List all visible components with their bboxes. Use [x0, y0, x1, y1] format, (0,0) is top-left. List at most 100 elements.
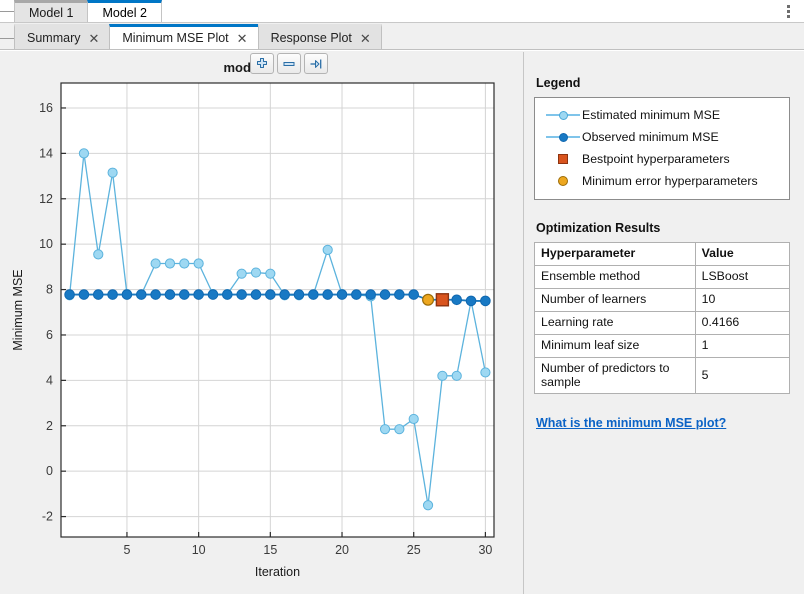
estimated-point — [423, 501, 432, 510]
estimated-point — [94, 250, 103, 259]
observed-point — [294, 290, 304, 300]
observed-point — [65, 290, 75, 300]
model-tab-bar: Model 1 Model 2 — [0, 0, 804, 23]
legend-marker-observed — [544, 130, 582, 144]
observed-point — [237, 290, 247, 300]
observed-point — [266, 290, 276, 300]
table-row: Number of predictors to sample5 — [535, 358, 790, 394]
close-icon[interactable]: ✕ — [87, 32, 100, 45]
restore-view-button[interactable] — [304, 53, 328, 74]
zoom-out-button[interactable] — [277, 53, 301, 74]
observed-point — [165, 290, 175, 300]
svg-text:25: 25 — [407, 543, 421, 557]
estimated-point — [237, 269, 246, 278]
cell-value: 5 — [695, 358, 789, 394]
legend-label-bestpoint: Bestpoint hyperparameters — [582, 152, 730, 166]
estimated-point — [438, 371, 447, 380]
drag-grip-icon — [0, 27, 14, 49]
observed-point — [208, 290, 218, 300]
close-icon[interactable]: ✕ — [236, 32, 249, 45]
observed-point — [309, 290, 319, 300]
observed-point — [122, 290, 132, 300]
observed-point — [79, 290, 89, 300]
document-tab-bar: Summary ✕ Minimum MSE Plot ✕ Response Pl… — [0, 23, 804, 50]
legend-item-bestpoint-hyperparameters: Bestpoint hyperparameters — [544, 148, 780, 170]
svg-text:10: 10 — [192, 543, 206, 557]
cell-hyperparameter: Ensemble method — [535, 266, 696, 289]
estimated-point — [452, 371, 461, 380]
minimum-mse-plot-help-link[interactable]: What is the minimum MSE plot? — [536, 416, 726, 430]
cell-value: 10 — [695, 289, 789, 312]
model-tab-2-label: Model 2 — [102, 6, 146, 20]
observed-point — [366, 290, 376, 300]
observed-point — [194, 290, 204, 300]
close-icon[interactable]: ✕ — [359, 32, 372, 45]
table-header-row: Hyperparameter Value — [535, 243, 790, 266]
svg-text:6: 6 — [46, 328, 53, 342]
regression-learner-window: Model 1 Model 2 Summary ✕ Minimum MSE Pl… — [0, 0, 804, 594]
svg-text:14: 14 — [39, 146, 53, 160]
svg-text:20: 20 — [335, 543, 349, 557]
svg-text:5: 5 — [123, 543, 130, 557]
legend-item-observed-minimum-mse: Observed minimum MSE — [544, 126, 780, 148]
cell-hyperparameter: Number of learners — [535, 289, 696, 312]
observed-point — [395, 290, 405, 300]
cell-value: 1 — [695, 335, 789, 358]
legend-label-estimated: Estimated minimum MSE — [582, 108, 720, 122]
column-header-hyperparameter: Hyperparameter — [535, 243, 696, 266]
estimated-point — [151, 259, 160, 268]
observed-point — [108, 290, 118, 300]
svg-text:30: 30 — [478, 543, 492, 557]
estimated-point — [481, 368, 490, 377]
kebab-menu-icon[interactable] — [780, 2, 796, 21]
legend-heading: Legend — [536, 76, 790, 90]
observed-point — [337, 290, 347, 300]
content-area: model 2 -2024681012141651015202530Iterat… — [0, 50, 804, 594]
estimated-point — [323, 245, 332, 254]
svg-text:15: 15 — [263, 543, 277, 557]
bestpoint-hyperparameters-marker — [436, 294, 448, 306]
svg-text:8: 8 — [46, 283, 53, 297]
tab-minimum-mse-plot-label: Minimum MSE Plot — [122, 31, 228, 45]
estimated-point — [251, 268, 260, 277]
table-row: Ensemble methodLSBoost — [535, 266, 790, 289]
table-row: Minimum leaf size1 — [535, 335, 790, 358]
legend-marker-estimated — [544, 108, 582, 122]
observed-point — [180, 290, 190, 300]
x-axis-label: Iteration — [255, 565, 300, 579]
legend-item-estimated-minimum-mse: Estimated minimum MSE — [544, 104, 780, 126]
model-tab-1-label: Model 1 — [29, 6, 73, 20]
model-tab-1[interactable]: Model 1 — [14, 0, 88, 22]
tab-response-plot[interactable]: Response Plot ✕ — [258, 24, 382, 49]
drag-grip-icon — [0, 0, 14, 22]
observed-point — [352, 290, 362, 300]
estimated-point — [194, 259, 203, 268]
legend-item-minimum-error-hyperparameters: Minimum error hyperparameters — [544, 170, 780, 192]
cell-hyperparameter: Learning rate — [535, 312, 696, 335]
estimated-point — [380, 425, 389, 434]
legend-box: Estimated minimum MSE Observed minimum M… — [534, 97, 790, 200]
svg-text:12: 12 — [39, 192, 53, 206]
side-panel: Legend Estimated minimum MSE Observed mi… — [523, 52, 804, 594]
observed-point — [481, 296, 491, 306]
observed-point — [452, 295, 462, 305]
optimization-results-table: Hyperparameter Value Ensemble methodLSBo… — [534, 242, 790, 394]
legend-marker-bestpoint — [544, 152, 582, 166]
svg-text:10: 10 — [39, 237, 53, 251]
observed-point — [409, 290, 419, 300]
estimated-point — [165, 259, 174, 268]
legend-label-minimum-error: Minimum error hyperparameters — [582, 174, 758, 188]
estimated-point — [266, 269, 275, 278]
minimum-error-hyperparameters-marker — [423, 294, 434, 305]
tab-minimum-mse-plot[interactable]: Minimum MSE Plot ✕ — [109, 24, 258, 49]
estimated-point — [409, 414, 418, 423]
svg-text:-2: -2 — [42, 510, 53, 524]
cell-value: 0.4166 — [695, 312, 789, 335]
svg-text:4: 4 — [46, 373, 53, 387]
observed-point — [380, 290, 390, 300]
legend-label-observed: Observed minimum MSE — [582, 130, 719, 144]
zoom-in-button[interactable] — [250, 53, 274, 74]
observed-point — [223, 290, 233, 300]
tab-summary[interactable]: Summary ✕ — [14, 24, 110, 49]
model-tab-2[interactable]: Model 2 — [87, 0, 161, 22]
